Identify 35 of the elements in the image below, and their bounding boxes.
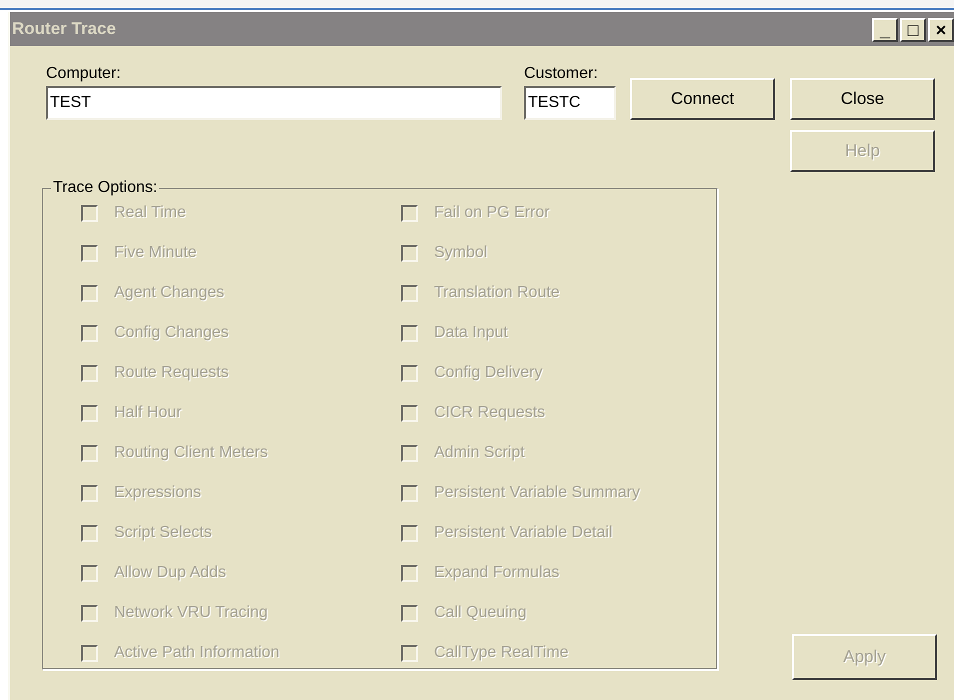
window-title: Router Trace <box>12 18 116 40</box>
option-label: Config Delivery <box>434 363 542 383</box>
minimize-button[interactable]: _ <box>872 18 898 42</box>
option-label: Script Selects <box>114 523 212 543</box>
option-label: Agent Changes <box>114 283 224 303</box>
option-label: Five Minute <box>114 243 197 263</box>
option-label: Symbol <box>434 243 488 263</box>
option-label: Call Queuing <box>434 603 526 623</box>
group-title: Trace Options: <box>51 178 160 198</box>
option-label: Routing Client Meters <box>114 443 268 463</box>
option-label: Half Hour <box>114 403 182 423</box>
option-label: Real Time <box>114 203 186 223</box>
option-label: Network VRU Tracing <box>114 603 268 623</box>
option-label: Route Requests <box>114 363 229 383</box>
maximize-button[interactable]: □ <box>900 18 926 42</box>
option-label: Expressions <box>114 483 202 503</box>
option-label: Persistent Variable Detail <box>434 523 612 543</box>
option-label: CICR Requests <box>434 403 546 423</box>
option-label: Allow Dup Adds <box>114 563 226 583</box>
option-label: Config Changes <box>114 323 229 343</box>
option-label: Translation Route <box>434 283 560 303</box>
option-label: Admin Script <box>434 443 525 463</box>
option-label: Data Input <box>434 323 508 343</box>
option-label: CallType RealTime <box>434 643 569 663</box>
option-label: Persistent Variable Summary <box>434 483 640 503</box>
connect-button[interactable]: Connect <box>630 78 775 120</box>
option-label: Expand Formulas <box>434 563 560 583</box>
computer-label: Computer: <box>46 64 122 84</box>
close-button[interactable]: × <box>928 18 954 42</box>
option-label: Fail on PG Error <box>434 203 550 223</box>
option-label: Active Path Information <box>114 643 280 663</box>
customer-label: Customer: <box>524 64 599 84</box>
computer-field[interactable]: TEST <box>46 86 502 120</box>
close-dialog-button[interactable]: Close <box>790 78 935 120</box>
customer-field[interactable]: TESTC <box>524 86 616 120</box>
